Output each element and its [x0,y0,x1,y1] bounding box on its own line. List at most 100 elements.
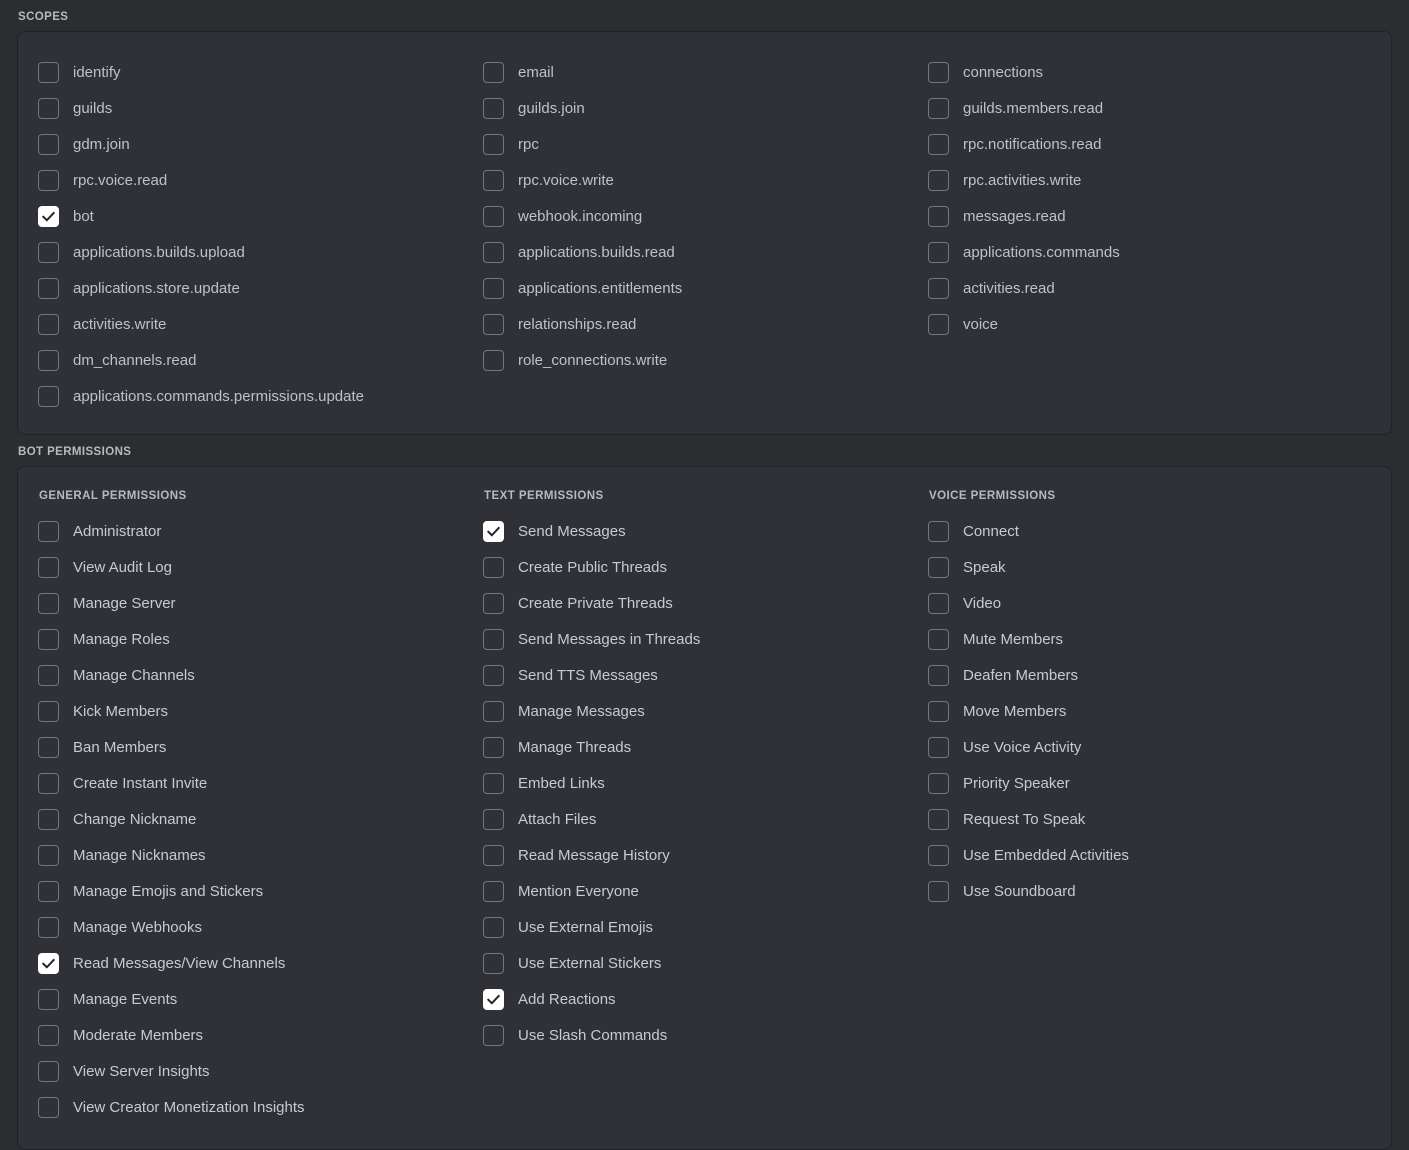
general-permission-row[interactable]: Manage Channels [38,657,483,693]
checkbox-unchecked-icon[interactable] [928,205,949,227]
checkbox-unchecked-icon[interactable] [38,241,59,263]
checkbox-unchecked-icon[interactable] [928,169,949,191]
checkbox-unchecked-icon[interactable] [38,772,59,794]
checkbox-checked-icon[interactable] [38,205,59,227]
checkbox-unchecked-icon[interactable] [483,700,504,722]
text-permission-row[interactable]: Use Slash Commands [483,1017,928,1053]
general-permission-row[interactable]: Manage Webhooks [38,909,483,945]
checkbox-unchecked-icon[interactable] [928,700,949,722]
checkbox-unchecked-icon[interactable] [928,241,949,263]
checkbox-unchecked-icon[interactable] [483,808,504,830]
checkbox-unchecked-icon[interactable] [38,313,59,335]
voice-permission-row[interactable]: Deafen Members [928,657,1371,693]
checkbox-unchecked-icon[interactable] [483,205,504,227]
checkbox-unchecked-icon[interactable] [483,241,504,263]
text-permission-row[interactable]: Create Public Threads [483,549,928,585]
text-permission-row[interactable]: Read Message History [483,837,928,873]
scope-checkbox-row[interactable]: rpc.notifications.read [928,126,1371,162]
checkbox-unchecked-icon[interactable] [38,133,59,155]
checkbox-unchecked-icon[interactable] [928,844,949,866]
scope-checkbox-row[interactable]: applications.commands [928,234,1371,270]
checkbox-unchecked-icon[interactable] [38,700,59,722]
general-permission-row[interactable]: Manage Nicknames [38,837,483,873]
checkbox-unchecked-icon[interactable] [38,1096,59,1118]
checkbox-checked-icon[interactable] [38,952,59,974]
checkbox-unchecked-icon[interactable] [483,952,504,974]
checkbox-unchecked-icon[interactable] [38,1024,59,1046]
general-permission-row[interactable]: Kick Members [38,693,483,729]
scope-checkbox-row[interactable]: messages.read [928,198,1371,234]
checkbox-unchecked-icon[interactable] [928,772,949,794]
checkbox-unchecked-icon[interactable] [38,664,59,686]
checkbox-unchecked-icon[interactable] [928,277,949,299]
scope-checkbox-row[interactable]: applications.builds.read [483,234,928,270]
checkbox-unchecked-icon[interactable] [38,988,59,1010]
text-permission-row[interactable]: Use External Stickers [483,945,928,981]
general-permission-row[interactable]: Manage Events [38,981,483,1017]
checkbox-unchecked-icon[interactable] [483,844,504,866]
general-permission-row[interactable]: View Server Insights [38,1053,483,1089]
checkbox-unchecked-icon[interactable] [483,628,504,650]
scope-checkbox-row[interactable]: rpc [483,126,928,162]
checkbox-unchecked-icon[interactable] [928,61,949,83]
checkbox-unchecked-icon[interactable] [483,664,504,686]
checkbox-unchecked-icon[interactable] [483,772,504,794]
checkbox-unchecked-icon[interactable] [483,916,504,938]
voice-permission-row[interactable]: Speak [928,549,1371,585]
checkbox-unchecked-icon[interactable] [483,169,504,191]
checkbox-unchecked-icon[interactable] [928,520,949,542]
checkbox-unchecked-icon[interactable] [483,592,504,614]
scope-checkbox-row[interactable]: email [483,54,928,90]
general-permission-row[interactable]: Create Instant Invite [38,765,483,801]
voice-permission-row[interactable]: Use Voice Activity [928,729,1371,765]
checkbox-unchecked-icon[interactable] [928,97,949,119]
general-permission-row[interactable]: Read Messages/View Channels [38,945,483,981]
checkbox-unchecked-icon[interactable] [928,736,949,758]
checkbox-unchecked-icon[interactable] [38,556,59,578]
general-permission-row[interactable]: View Audit Log [38,549,483,585]
text-permission-row[interactable]: Send Messages in Threads [483,621,928,657]
voice-permission-row[interactable]: Mute Members [928,621,1371,657]
checkbox-unchecked-icon[interactable] [483,313,504,335]
text-permission-row[interactable]: Embed Links [483,765,928,801]
text-permission-row[interactable]: Manage Threads [483,729,928,765]
scope-checkbox-row[interactable]: voice [928,306,1371,342]
scope-checkbox-row[interactable]: connections [928,54,1371,90]
scope-checkbox-row[interactable]: guilds [38,90,483,126]
general-permission-row[interactable]: View Creator Monetization Insights [38,1089,483,1125]
checkbox-unchecked-icon[interactable] [928,880,949,902]
checkbox-unchecked-icon[interactable] [928,664,949,686]
checkbox-unchecked-icon[interactable] [38,520,59,542]
scope-checkbox-row[interactable]: rpc.voice.read [38,162,483,198]
scope-checkbox-row[interactable]: applications.commands.permissions.update [38,378,483,414]
text-permission-row[interactable]: Use External Emojis [483,909,928,945]
general-permission-row[interactable]: Manage Emojis and Stickers [38,873,483,909]
scope-checkbox-row[interactable]: webhook.incoming [483,198,928,234]
checkbox-unchecked-icon[interactable] [483,349,504,371]
checkbox-unchecked-icon[interactable] [38,61,59,83]
general-permission-row[interactable]: Change Nickname [38,801,483,837]
scope-checkbox-row[interactable]: role_connections.write [483,342,928,378]
scope-checkbox-row[interactable]: identify [38,54,483,90]
general-permission-row[interactable]: Moderate Members [38,1017,483,1053]
checkbox-unchecked-icon[interactable] [38,736,59,758]
checkbox-unchecked-icon[interactable] [928,628,949,650]
scope-checkbox-row[interactable]: activities.write [38,306,483,342]
voice-permission-row[interactable]: Request To Speak [928,801,1371,837]
scope-checkbox-row[interactable]: rpc.voice.write [483,162,928,198]
scope-checkbox-row[interactable]: rpc.activities.write [928,162,1371,198]
scope-checkbox-row[interactable]: bot [38,198,483,234]
scope-checkbox-row[interactable]: relationships.read [483,306,928,342]
checkbox-unchecked-icon[interactable] [483,133,504,155]
general-permission-row[interactable]: Manage Server [38,585,483,621]
checkbox-unchecked-icon[interactable] [38,169,59,191]
checkbox-unchecked-icon[interactable] [928,133,949,155]
checkbox-unchecked-icon[interactable] [928,592,949,614]
voice-permission-row[interactable]: Use Embedded Activities [928,837,1371,873]
text-permission-row[interactable]: Attach Files [483,801,928,837]
checkbox-unchecked-icon[interactable] [483,556,504,578]
checkbox-checked-icon[interactable] [483,520,504,542]
text-permission-row[interactable]: Create Private Threads [483,585,928,621]
checkbox-unchecked-icon[interactable] [483,736,504,758]
checkbox-unchecked-icon[interactable] [38,916,59,938]
